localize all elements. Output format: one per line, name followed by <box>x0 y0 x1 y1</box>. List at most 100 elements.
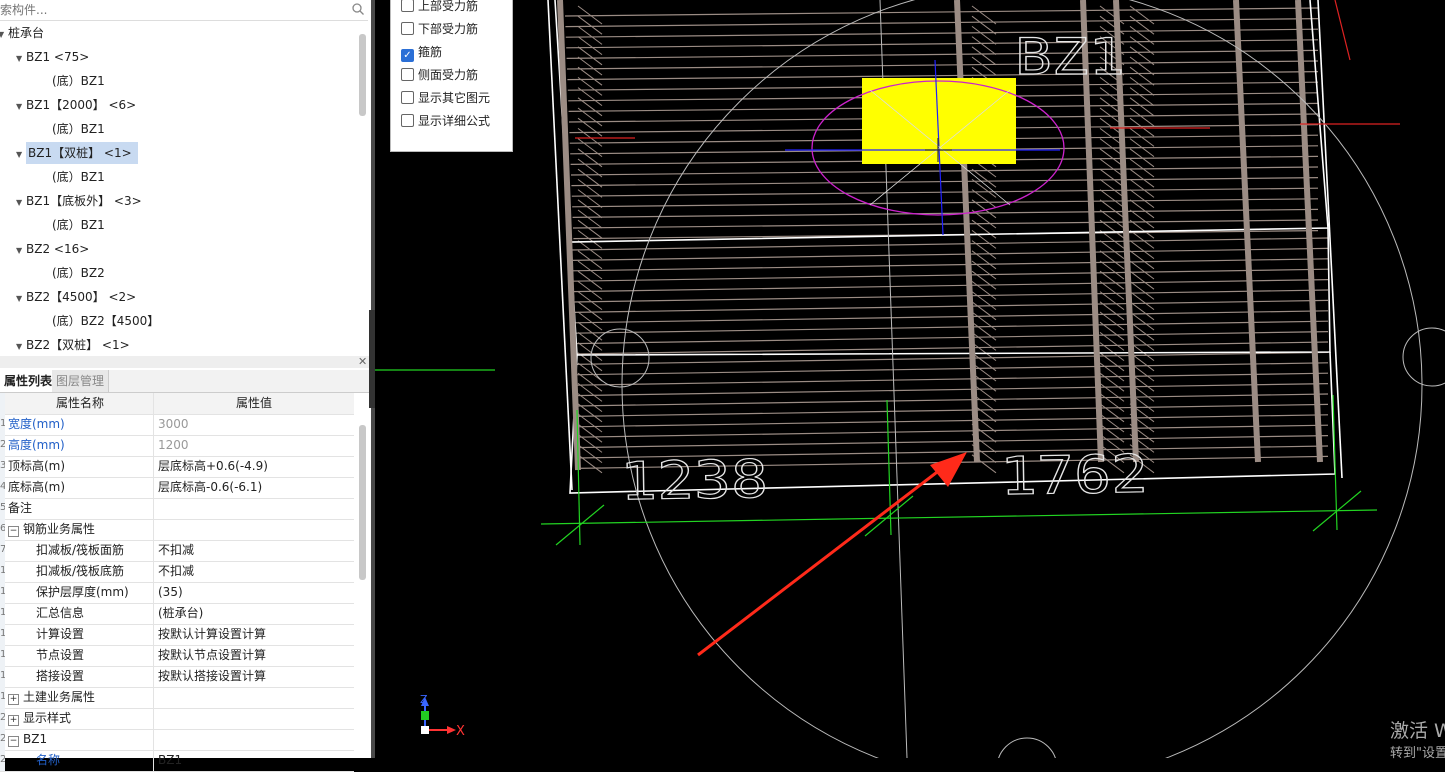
row-number: 10 <box>0 561 5 582</box>
property-value[interactable]: 按默认计算设置计算 <box>153 624 358 645</box>
property-value[interactable]: BZ1 <box>153 750 358 771</box>
expand-icon[interactable]: + <box>8 715 19 726</box>
property-row[interactable]: 2 高度(mm) 1200 <box>0 435 354 457</box>
chevron-down-icon[interactable]: ▼ <box>16 96 26 118</box>
axis-z-label: Z <box>420 693 428 706</box>
property-row[interactable]: 3 顶标高(m) 层底标高+0.6(-4.9) <box>0 456 354 478</box>
tree-item[interactable]: (底）BZ1 <box>52 70 105 92</box>
tree-item[interactable]: ▼ BZ2【双桩】 <1> <box>16 334 130 354</box>
tree-item[interactable]: (底）BZ2 <box>52 262 105 284</box>
property-name: 搭接设置 <box>36 669 85 683</box>
property-row[interactable]: 14节点设置按默认节点设置计算 <box>0 645 354 667</box>
property-row[interactable]: 7 扣减板/筏板面筋 不扣减 <box>0 540 354 562</box>
property-row[interactable]: 1 宽度(mm) 3000 <box>0 414 354 436</box>
collapse-icon[interactable]: − <box>8 736 19 747</box>
property-name: 汇总信息 <box>36 606 85 620</box>
search-input[interactable] <box>0 1 330 18</box>
property-name: 显示样式 <box>23 711 72 725</box>
watermark-line-1: 激活 W <box>1390 720 1445 742</box>
checkbox-icon[interactable] <box>401 114 414 127</box>
checkbox-icon[interactable] <box>401 22 414 35</box>
property-value[interactable]: 不扣减 <box>153 540 358 561</box>
tab-properties[interactable]: 属性列表 <box>0 370 58 392</box>
property-value[interactable]: 层底标高+0.6(-4.9) <box>153 456 358 477</box>
collapse-icon[interactable]: − <box>8 526 19 537</box>
chevron-down-icon[interactable]: ▼ <box>16 240 26 262</box>
property-name: 顶标高(m) <box>8 459 66 473</box>
checkbox-icon[interactable] <box>401 91 414 104</box>
property-scrollbar[interactable] <box>359 425 366 580</box>
chevron-down-icon[interactable]: ▼ <box>16 144 26 166</box>
tree-item[interactable]: (底）BZ1 <box>52 118 105 140</box>
tree-scrollbar[interactable] <box>359 34 366 116</box>
property-value[interactable]: 按默认节点设置计算 <box>153 645 358 666</box>
property-value[interactable]: (桩承台) <box>153 603 358 624</box>
property-row[interactable]: 11保护层厚度(mm)(35) <box>0 582 354 604</box>
search-bar <box>0 0 368 21</box>
property-value[interactable] <box>153 708 358 729</box>
property-value[interactable] <box>153 729 358 750</box>
checkbox-row[interactable]: 侧面受力筋 <box>401 65 478 85</box>
tree-item[interactable]: ▼ 桩承台 <box>0 22 44 44</box>
property-value[interactable]: 3000 <box>153 414 358 435</box>
checkbox-row[interactable]: 下部受力筋 <box>401 19 478 39</box>
property-row[interactable]: 6− 钢筋业务属性 <box>0 519 354 541</box>
property-row[interactable]: 5 备注 <box>0 498 354 520</box>
search-icon[interactable] <box>351 2 365 16</box>
row-number: 15 <box>0 666 5 687</box>
chevron-down-icon[interactable]: ▼ <box>16 192 26 214</box>
property-value[interactable] <box>153 498 358 519</box>
close-icon[interactable]: ✕ <box>358 355 367 368</box>
checkbox-row[interactable]: 显示详细公式 <box>401 111 490 131</box>
property-value[interactable] <box>153 519 358 540</box>
tree-item-label: BZ1【双桩】 <1> <box>26 142 138 164</box>
chevron-down-icon[interactable]: ▼ <box>0 24 8 46</box>
property-row[interactable]: 24名称BZ1 <box>0 750 354 772</box>
checkbox-row[interactable]: 显示其它图元 <box>401 88 490 108</box>
checkbox-row[interactable]: 上部受力筋 <box>401 0 478 16</box>
tree-item[interactable]: ▼ BZ2【4500】 <2> <box>16 286 136 308</box>
property-name-cell: 顶标高(m) <box>8 456 152 477</box>
property-row[interactable]: 13计算设置按默认计算设置计算 <box>0 624 354 646</box>
tree-item-label: (底）BZ1 <box>52 74 105 88</box>
property-value[interactable]: 按默认搭接设置计算 <box>153 666 358 687</box>
tab-layers[interactable]: 图层管理 <box>52 370 110 392</box>
tree-item[interactable]: ▼ BZ1【双桩】 <1> <box>16 142 138 164</box>
property-row[interactable]: 20+ 显示样式 <box>0 708 354 730</box>
tree-item[interactable]: ▼ BZ1 <75> <box>16 46 89 68</box>
property-row[interactable]: 16+ 土建业务属性 <box>0 687 354 709</box>
tree-item[interactable]: (底）BZ1 <box>52 166 105 188</box>
property-name-cell: 备注 <box>8 498 152 519</box>
property-name: 保护层厚度(mm) <box>36 585 129 599</box>
property-row[interactable]: 23−BZ1 <box>0 729 354 751</box>
tree-item[interactable]: ▼ BZ1【2000】 <6> <box>16 94 136 116</box>
property-value[interactable]: 层底标高-0.6(-6.1) <box>153 477 358 498</box>
checkbox-checked-icon[interactable]: ✓ <box>401 49 414 62</box>
property-row[interactable]: 12汇总信息(桩承台) <box>0 603 354 625</box>
property-value[interactable] <box>153 687 358 708</box>
property-value[interactable]: 1200 <box>153 435 358 456</box>
drawing-canvas[interactable]: 1238 1762 BZ1 Z X <box>375 0 1445 758</box>
row-number: 3 <box>0 456 5 477</box>
property-row[interactable]: 4 底标高(m) 层底标高-0.6(-6.1) <box>0 477 354 499</box>
property-row[interactable]: 15搭接设置按默认搭接设置计算 <box>0 666 354 688</box>
tree-item-label: BZ2 <16> <box>26 242 90 256</box>
panel-divider[interactable] <box>0 356 372 368</box>
property-row[interactable]: 10扣减板/筏板底筋不扣减 <box>0 561 354 583</box>
tree-item[interactable]: (底）BZ2【4500】 <box>52 310 159 332</box>
property-value[interactable]: (35) <box>153 582 358 603</box>
expand-icon[interactable]: + <box>8 694 19 705</box>
tree-item[interactable]: (底）BZ1 <box>52 214 105 236</box>
chevron-down-icon[interactable]: ▼ <box>16 288 26 310</box>
chevron-down-icon[interactable]: ▼ <box>16 48 26 70</box>
chevron-down-icon[interactable]: ▼ <box>16 336 26 354</box>
axis-x-label: X <box>456 724 465 739</box>
tree-item[interactable]: ▼ BZ1【底板外】 <3> <box>16 190 142 212</box>
checkbox-icon[interactable] <box>401 0 414 12</box>
tree-item[interactable]: ▼ BZ2 <16> <box>16 238 89 260</box>
tree-item-label: BZ2【4500】 <2> <box>26 290 137 304</box>
property-value[interactable]: 不扣减 <box>153 561 358 582</box>
checkbox-row[interactable]: ✓ 箍筋 <box>401 42 442 62</box>
checkbox-icon[interactable] <box>401 68 414 81</box>
checkbox-label: 下部受力筋 <box>418 22 479 36</box>
